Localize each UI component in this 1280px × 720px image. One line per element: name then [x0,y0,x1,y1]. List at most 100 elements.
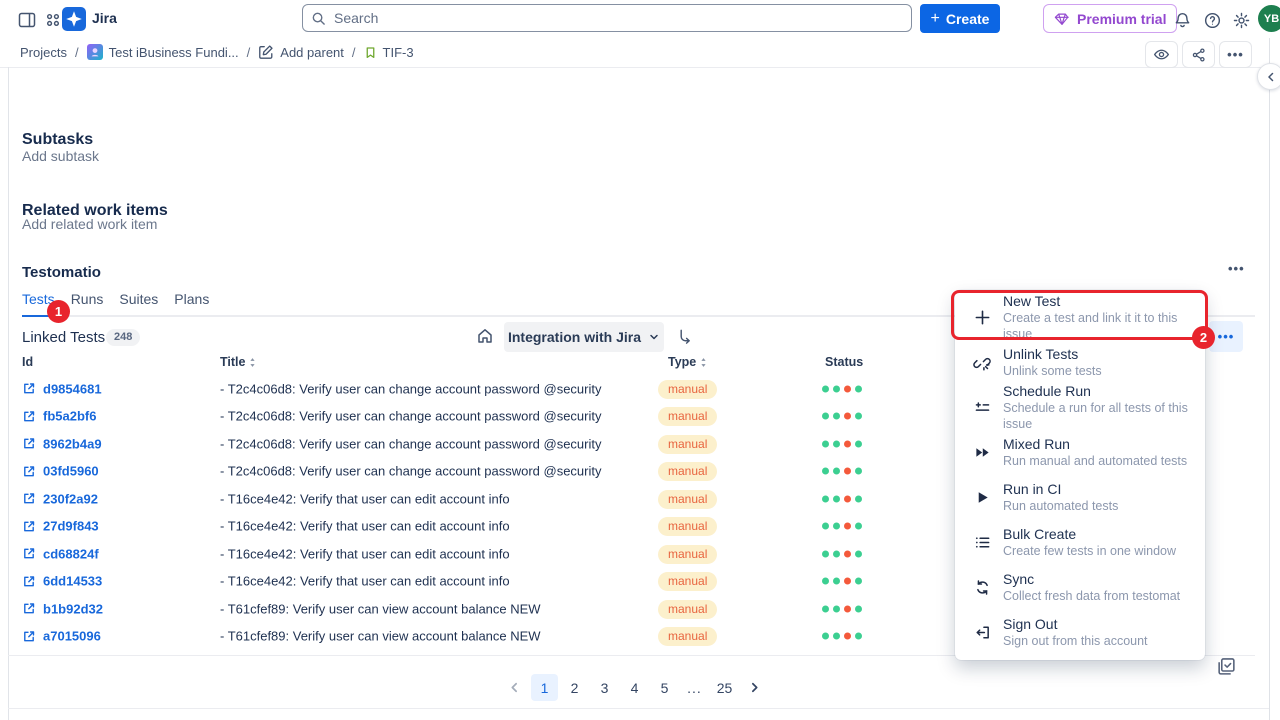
column-header-type[interactable]: Type [668,355,707,369]
test-id-link[interactable]: cd68824f [22,546,99,561]
tab-plans[interactable]: Plans [174,291,209,315]
sort-icon [249,357,256,368]
page-4[interactable]: 4 [621,674,648,701]
more-horizontal-icon[interactable]: ••• [1219,41,1252,68]
avatar[interactable]: YB [1258,5,1280,32]
status-dot-green [822,495,829,502]
branch-icon[interactable] [676,328,693,345]
column-header-id[interactable]: Id [22,355,33,369]
jira-logo[interactable] [62,7,86,31]
status-dot-green [855,440,862,447]
add-subtask-button[interactable]: Add subtask [22,148,99,164]
status-dot-green [833,440,840,447]
app-switcher-icon[interactable] [42,9,64,31]
test-type: manual [658,627,717,645]
premium-trial-button[interactable]: Premium trial [1043,4,1177,33]
breadcrumb-bar: Projects / Test iBusiness Fundi... / Add… [0,38,1280,68]
test-id-link[interactable]: a7015096 [22,629,101,644]
status-dots [822,578,862,585]
unlink-icon [972,354,992,372]
status-dot-green [822,633,829,640]
status-dot-green [833,605,840,612]
test-id-link[interactable]: 03fd5960 [22,464,99,479]
page-2[interactable]: 2 [561,674,588,701]
breadcrumb-project[interactable]: Test iBusiness Fundi... [87,44,239,60]
menu-item-title: Unlink Tests [1003,346,1102,364]
search-input[interactable] [332,9,903,27]
status-dot-green [855,550,862,557]
breadcrumb-issue-key[interactable]: TIF-3 [364,45,414,60]
status-dot-green [855,385,862,392]
page-3[interactable]: 3 [591,674,618,701]
status-dots [822,605,862,612]
status-dot-green [822,440,829,447]
status-dot-green [822,605,829,612]
home-icon[interactable] [476,327,494,345]
test-title: - T2c4c06d8: Verify user can change acco… [220,381,602,396]
create-button[interactable]: + Create [920,4,1000,33]
type-badge: manual [658,407,717,426]
add-parent-button[interactable]: Add parent [258,44,344,60]
collapse-panel-button[interactable] [1257,63,1280,90]
page-25[interactable]: 25 [711,674,738,701]
premium-gem-icon [1054,11,1070,27]
menu-item-subtitle: Collect fresh data from testomat [1003,588,1180,604]
menu-item-title: Mixed Run [1003,436,1187,454]
test-id-link[interactable]: fb5a2bf6 [22,409,96,424]
feedback-tasks-icon[interactable] [1216,656,1237,677]
panel-right-edge [1269,38,1270,720]
status-dot-green [833,385,840,392]
status-dot-green [833,413,840,420]
breadcrumb: Projects / Test iBusiness Fundi... / Add… [20,38,414,66]
menu-item-mixed-run[interactable]: Mixed RunRun manual and automated tests [955,430,1205,475]
test-type: manual [658,462,717,480]
add-related-work-item-button[interactable]: Add related work item [22,216,157,232]
test-id-link[interactable]: 230f2a92 [22,491,98,506]
menu-item-schedule-run[interactable]: Schedule RunSchedule a run for all tests… [955,385,1205,430]
test-id-link[interactable]: 27d9f843 [22,519,99,534]
status-dots [822,385,862,392]
subtasks-heading: Subtasks [22,131,93,149]
external-link-icon [22,629,36,643]
chevron-right-icon[interactable] [741,674,768,701]
menu-item-unlink-tests[interactable]: Unlink TestsUnlink some tests [955,340,1205,385]
page-5[interactable]: 5 [651,674,678,701]
help-icon[interactable] [1201,9,1223,31]
plus-icon: + [931,11,940,27]
menu-item-new-test[interactable]: New TestCreate a test and link it it to … [955,295,1205,340]
test-id-link[interactable]: 8962b4a9 [22,436,102,451]
menu-item-title: Sign Out [1003,616,1148,634]
tab-runs[interactable]: Runs [71,291,104,315]
menu-item-title: Run in CI [1003,481,1118,499]
testomatio-actions-menu: New TestCreate a test and link it it to … [955,290,1205,660]
column-header-status[interactable]: Status [825,355,863,369]
external-link-icon [22,602,36,616]
status-dot-green [833,495,840,502]
status-dots [822,495,862,502]
tab-suites[interactable]: Suites [119,291,158,315]
menu-item-run-in-ci[interactable]: Run in CIRun automated tests [955,475,1205,520]
status-dot-green [855,633,862,640]
menu-item-title: Schedule Run [1003,383,1193,401]
column-header-title[interactable]: Title [220,355,256,369]
notifications-bell-icon[interactable] [1171,9,1193,31]
chevron-left-icon[interactable] [501,674,528,701]
test-id-link[interactable]: 6dd14533 [22,574,102,589]
watch-eye-icon[interactable] [1145,41,1178,68]
settings-gear-icon[interactable] [1230,9,1252,31]
sidebar-toggle-icon[interactable] [16,9,38,31]
test-id-link[interactable]: b1b92d32 [22,601,103,616]
status-dot-green [855,523,862,530]
page-1[interactable]: 1 [531,674,558,701]
status-dot-red [844,413,851,420]
menu-item-sync[interactable]: SyncCollect fresh data from testomat [955,565,1205,610]
menu-item-sign-out[interactable]: Sign OutSign out from this account [955,610,1205,655]
test-id-link[interactable]: d9854681 [22,381,102,396]
breadcrumb-projects[interactable]: Projects [20,45,67,60]
testomatio-more-icon[interactable]: ••• [1228,260,1245,276]
type-badge: manual [658,600,717,619]
menu-item-bulk-create[interactable]: Bulk CreateCreate few tests in one windo… [955,520,1205,565]
integration-dropdown[interactable]: Integration with Jira [504,322,664,352]
share-icon[interactable] [1182,41,1215,68]
external-link-icon [22,437,36,451]
